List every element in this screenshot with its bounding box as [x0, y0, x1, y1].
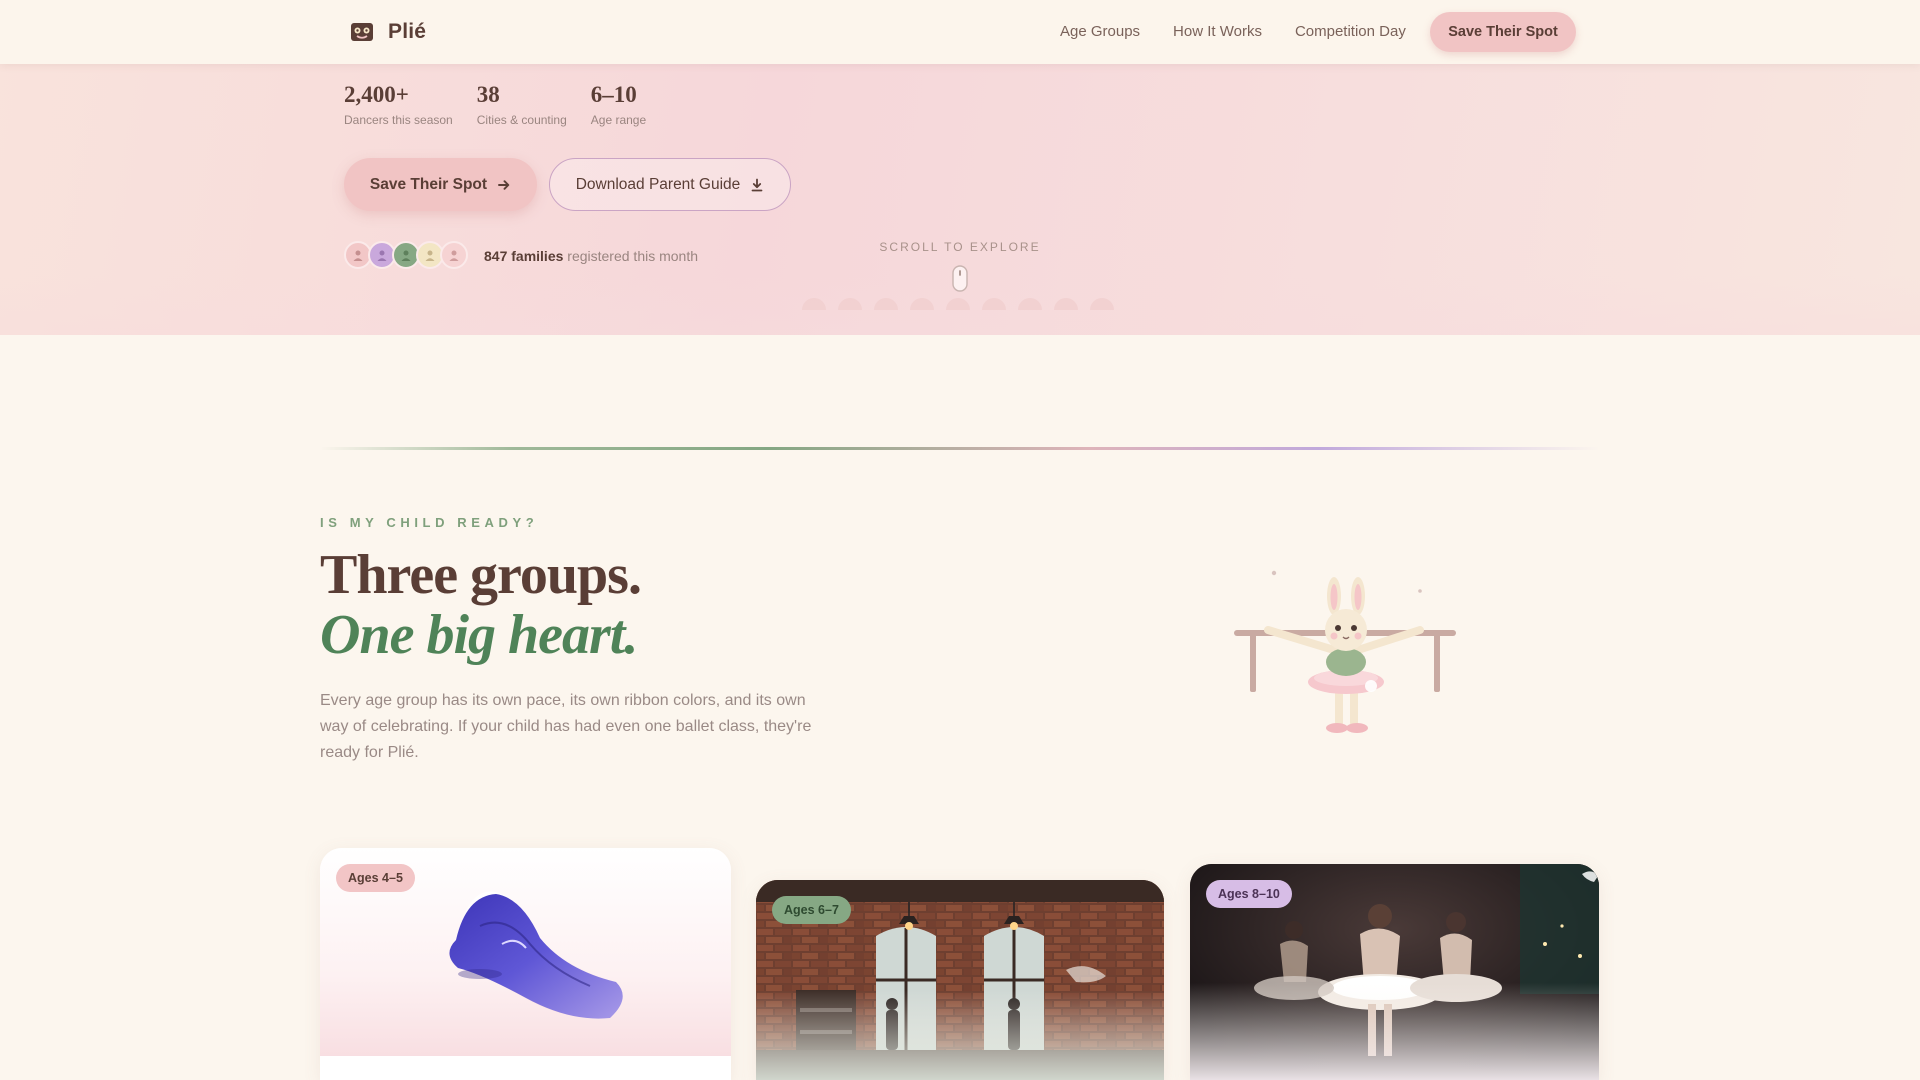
- families-caption: registered this month: [567, 248, 699, 264]
- scallop: [910, 298, 934, 310]
- brand-logo-link[interactable]: Plié: [350, 20, 426, 44]
- stat-value: 2,400+: [344, 82, 409, 107]
- family-avatars: [344, 241, 468, 269]
- stat-value: 6–10: [590, 82, 637, 107]
- bunny-ballerina-illustration: [1234, 570, 1456, 733]
- scallop: [838, 298, 862, 310]
- download-icon: [751, 178, 763, 191]
- section-eyebrow: IS MY CHILD READY?: [320, 515, 539, 530]
- stat-label: Cities & counting: [476, 113, 567, 127]
- ballet-mask-icon: [351, 23, 373, 41]
- avatar: [440, 241, 468, 269]
- hero-stats: 2,400+ Dancers this season 38 Cities & c…: [344, 82, 670, 127]
- nav-link-age-groups[interactable]: Age Groups: [1060, 23, 1140, 40]
- families-registered-text: 847 families registered this month: [484, 248, 698, 264]
- brand-name: Plié: [388, 20, 427, 43]
- stat-age-range: 6–10 Age range: [591, 82, 646, 127]
- section-headline-accent: One big heart.: [320, 604, 638, 666]
- stat-label: Dancers this season: [344, 113, 453, 127]
- download-guide-label: Download Parent Guide: [575, 175, 741, 193]
- hero-save-spot-label: Save Their Spot: [369, 175, 488, 193]
- arrow-right-icon: [498, 179, 510, 190]
- section-divider: [320, 447, 1600, 450]
- age-badge: Ages 6–7: [772, 896, 851, 924]
- scalloped-edge: [802, 298, 1114, 310]
- age-group-card-8-10[interactable]: Ages 8–10: [1190, 864, 1599, 1080]
- top-navigation: Plié Age Groups How It Works Competition…: [0, 0, 1920, 64]
- age-group-card-6-7[interactable]: Ages 6–7: [756, 880, 1164, 1080]
- hero-save-spot-button[interactable]: Save Their Spot: [344, 158, 537, 211]
- section-intro-copy: Every age group has its own pace, its ow…: [320, 692, 812, 761]
- scallop: [982, 298, 1006, 310]
- stat-label: Age range: [590, 113, 647, 127]
- scallop: [802, 298, 826, 310]
- nav-link-how-it-works[interactable]: How It Works: [1173, 23, 1262, 40]
- section-headline: Three groups.: [320, 544, 642, 606]
- scallop: [946, 298, 970, 310]
- age-badge: Ages 4–5: [336, 864, 415, 892]
- mouse-icon[interactable]: [950, 264, 970, 294]
- scallop: [1054, 298, 1078, 310]
- families-count: 847 families: [484, 248, 564, 264]
- nav-links: Age Groups How It Works Competition Day: [1060, 23, 1406, 40]
- age-group-card-4-5[interactable]: Ages 4–5: [320, 848, 731, 1080]
- stat-dancers: 2,400+ Dancers this season: [344, 82, 453, 127]
- stat-value: 38: [476, 82, 500, 107]
- download-guide-button[interactable]: Download Parent Guide: [549, 158, 791, 211]
- nav-save-spot-button[interactable]: Save Their Spot: [1430, 12, 1576, 52]
- stat-cities: 38 Cities & counting: [477, 82, 567, 127]
- scallop: [874, 298, 898, 310]
- age-badge: Ages 8–10: [1206, 880, 1292, 908]
- scroll-to-explore-label: SCROLL TO EXPLORE: [879, 240, 1041, 254]
- scallop: [1090, 298, 1114, 310]
- nav-link-competition-day[interactable]: Competition Day: [1295, 23, 1406, 40]
- scallop: [1018, 298, 1042, 310]
